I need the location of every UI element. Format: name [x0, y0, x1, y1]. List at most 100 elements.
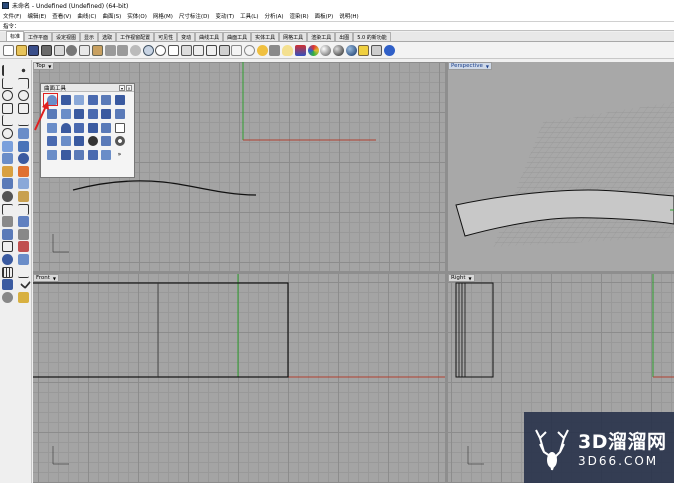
- boolean-union-icon[interactable]: [2, 165, 13, 177]
- untrim-icon[interactable]: [101, 122, 111, 133]
- zoom-window-icon[interactable]: [167, 44, 179, 56]
- render-icon[interactable]: [332, 44, 344, 56]
- viewport-perspective[interactable]: Perspective ▼: [448, 62, 674, 271]
- network-surface-icon[interactable]: [101, 150, 111, 161]
- variable-fillet-icon[interactable]: [101, 95, 111, 105]
- help-icon[interactable]: [383, 44, 395, 56]
- lock-icon[interactable]: [269, 44, 281, 56]
- sweep-icon[interactable]: [47, 150, 57, 161]
- viewports-icon[interactable]: [218, 44, 230, 56]
- menu-dimension[interactable]: 尺寸标注(D): [179, 12, 210, 20]
- symmetry-icon[interactable]: [87, 122, 98, 133]
- sphere-icon[interactable]: [18, 153, 29, 165]
- menu-solid[interactable]: 实体(O): [127, 12, 147, 20]
- tab-cplanes[interactable]: 工作平面: [24, 32, 53, 41]
- cage-edit-icon[interactable]: [18, 241, 29, 253]
- chamfer-surface-icon[interactable]: [87, 95, 98, 105]
- offset-curve-icon[interactable]: [2, 115, 13, 127]
- pan-icon[interactable]: [129, 44, 141, 56]
- tab-surface-tools[interactable]: 曲面工具: [223, 32, 252, 41]
- mesh-icon[interactable]: [2, 178, 13, 190]
- box-icon[interactable]: [2, 153, 13, 165]
- scale-icon[interactable]: [2, 228, 13, 240]
- cut-icon[interactable]: [66, 44, 78, 56]
- rebuild-surface-icon[interactable]: [101, 108, 111, 119]
- check-icon[interactable]: [19, 277, 32, 290]
- array-icon[interactable]: [2, 241, 13, 253]
- make2d-icon[interactable]: [18, 267, 29, 278]
- dimension-icon[interactable]: [2, 253, 13, 265]
- redo-icon[interactable]: [117, 44, 129, 56]
- material-icon[interactable]: [307, 44, 319, 56]
- move-icon[interactable]: [2, 216, 13, 228]
- revolve-icon[interactable]: [74, 150, 84, 161]
- offset-surface-icon[interactable]: [60, 95, 71, 105]
- mirror-icon[interactable]: [18, 228, 29, 240]
- viewport-front-label[interactable]: Front ▼: [33, 274, 59, 282]
- viewport-perspective-label[interactable]: Perspective ▼: [448, 62, 492, 70]
- close-icon[interactable]: ×: [126, 85, 132, 91]
- menu-file[interactable]: 文件(F): [3, 12, 21, 20]
- patch-icon[interactable]: [87, 150, 98, 161]
- shrink-surface-icon[interactable]: [114, 108, 125, 119]
- menu-transform[interactable]: 变动(T): [215, 12, 234, 20]
- extend-icon[interactable]: [18, 127, 29, 139]
- properties-tool-icon[interactable]: [18, 291, 29, 303]
- light-bulb-icon[interactable]: [282, 44, 294, 56]
- object-properties-icon[interactable]: [358, 44, 370, 56]
- point-tool-icon[interactable]: [18, 65, 29, 76]
- open-icon[interactable]: [15, 44, 27, 56]
- cut-surface-icon[interactable]: [101, 136, 111, 147]
- menu-panels[interactable]: 面板(P): [315, 12, 334, 20]
- viewport-front[interactable]: Front ▼: [33, 274, 445, 483]
- curve-icon[interactable]: [18, 77, 29, 89]
- undo-icon[interactable]: [104, 44, 116, 56]
- menu-view[interactable]: 查看(V): [52, 12, 71, 20]
- menu-surface[interactable]: 曲面(S): [102, 12, 121, 20]
- curve-object[interactable]: [72, 180, 257, 196]
- surface-tools-titlebar[interactable]: 曲面工具 ▾ ×: [41, 84, 134, 92]
- menu-tools[interactable]: 工具(L): [240, 12, 258, 20]
- copy-icon[interactable]: [79, 44, 91, 56]
- surface-corner-icon[interactable]: [2, 140, 13, 152]
- tab-standard[interactable]: 标准: [6, 31, 25, 41]
- menu-analyze[interactable]: 分析(A): [264, 12, 283, 20]
- trim-icon[interactable]: [2, 203, 13, 215]
- pointer-icon[interactable]: [2, 65, 13, 76]
- join-surface-icon[interactable]: [74, 136, 84, 147]
- arc-icon[interactable]: [18, 90, 29, 102]
- menu-render[interactable]: 渲染(R): [290, 12, 309, 20]
- options-icon[interactable]: [370, 44, 382, 56]
- more-icon[interactable]: »: [115, 150, 125, 160]
- ellipse-icon[interactable]: [2, 127, 13, 139]
- flow-along-surface-icon[interactable]: [74, 122, 84, 133]
- extrude-icon[interactable]: [18, 140, 29, 152]
- tab-new-in-v5[interactable]: 5.0 的新功能: [353, 32, 391, 41]
- tab-set-view[interactable]: 设定视图: [52, 32, 81, 41]
- zoom-extents-icon[interactable]: [180, 44, 192, 56]
- analyze-icon[interactable]: [2, 279, 13, 291]
- point-edit-icon[interactable]: [87, 136, 98, 147]
- join-icon[interactable]: [2, 190, 13, 202]
- tab-viewport-layout[interactable]: 工作视窗配置: [116, 32, 155, 41]
- select-icon[interactable]: [231, 44, 243, 56]
- rectangle-icon[interactable]: [18, 102, 29, 114]
- import-icon[interactable]: [53, 44, 65, 56]
- circle-icon[interactable]: [2, 90, 13, 102]
- render-tool-icon[interactable]: [2, 291, 13, 303]
- tab-visibility[interactable]: 可见性: [154, 32, 178, 41]
- fillet-curve-icon[interactable]: [18, 115, 29, 127]
- loft-icon[interactable]: [60, 150, 71, 161]
- tab-curve-tools[interactable]: 曲线工具: [195, 32, 224, 41]
- explode-icon[interactable]: [18, 190, 29, 202]
- rotate-icon[interactable]: [18, 216, 29, 228]
- menu-edit[interactable]: 编辑(E): [27, 12, 46, 20]
- tab-display[interactable]: 显示: [80, 32, 99, 41]
- grid-icon[interactable]: [206, 44, 217, 56]
- gear-icon[interactable]: [114, 136, 125, 147]
- env-icon[interactable]: [345, 44, 357, 56]
- layer-icon[interactable]: [294, 44, 306, 56]
- blend-surface-icon[interactable]: [74, 95, 84, 105]
- polyline-icon[interactable]: [2, 77, 13, 89]
- match-surface-icon[interactable]: [74, 108, 84, 119]
